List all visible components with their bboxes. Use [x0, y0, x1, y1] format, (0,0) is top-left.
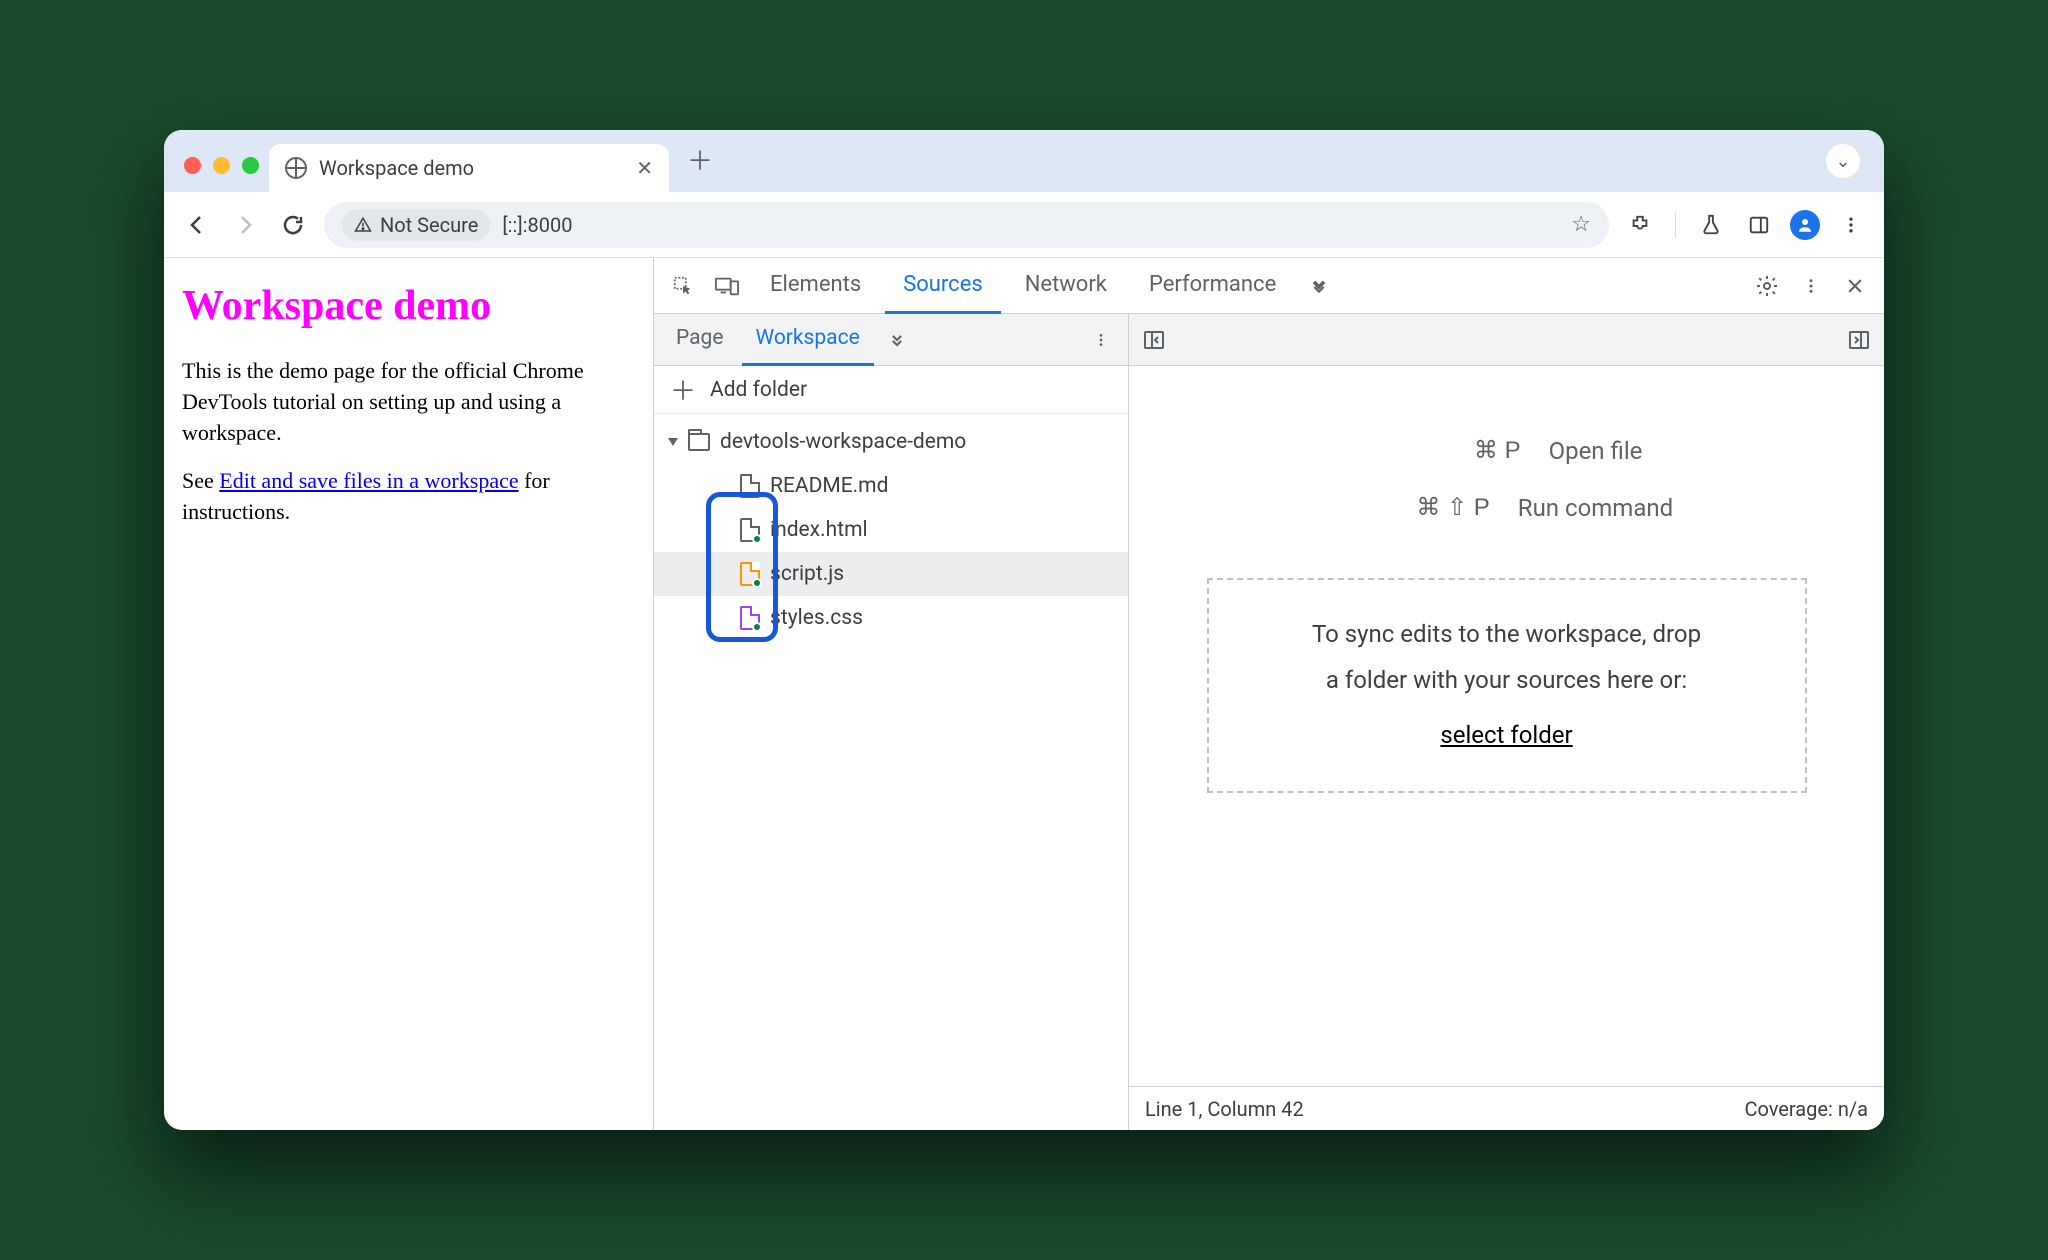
show-debugger-button[interactable] [1846, 327, 1872, 353]
navigator-menu-button[interactable] [1082, 321, 1120, 359]
tree-file-readme[interactable]: README.md [654, 464, 1128, 508]
workspace-dropzone[interactable]: To sync edits to the workspace, drop a f… [1207, 578, 1807, 793]
tab-performance[interactable]: Performance [1131, 258, 1294, 314]
editor-toolbar [1129, 314, 1884, 366]
profile-button[interactable] [1790, 210, 1820, 240]
tutorial-link[interactable]: Edit and save files in a workspace [219, 468, 518, 493]
caret-down-icon [668, 438, 678, 446]
devtools-tabbar: Elements Sources Network Performance [654, 258, 1884, 314]
tree-folder[interactable]: devtools-workspace-demo [654, 420, 1128, 464]
content-area: Workspace demo This is the demo page for… [164, 258, 1884, 1130]
file-icon [740, 562, 760, 586]
new-tab-button[interactable]: ＋ [669, 141, 731, 192]
devtools-menu-button[interactable] [1792, 267, 1830, 305]
url-text: [::]:8000 [502, 213, 1559, 237]
show-navigator-button[interactable] [1141, 327, 1167, 353]
maximize-window-button[interactable] [242, 157, 259, 174]
browser-window: Workspace demo ✕ ＋ ⌄ Not Secure [::]:800… [164, 130, 1884, 1130]
tab-search-button[interactable]: ⌄ [1826, 144, 1860, 178]
page-see-paragraph: See Edit and save files in a workspace f… [182, 466, 635, 528]
editor-statusbar: Line 1, Column 42 Coverage: n/a [1129, 1086, 1884, 1130]
browser-toolbar: Not Secure [::]:8000 ☆ [164, 192, 1884, 258]
subtab-page[interactable]: Page [662, 314, 738, 366]
tab-elements[interactable]: Elements [752, 258, 879, 314]
forward-button[interactable] [228, 208, 262, 242]
page-heading: Workspace demo [182, 282, 635, 330]
tree-file-index[interactable]: index.html [654, 508, 1128, 552]
cursor-position: Line 1, Column 42 [1145, 1097, 1304, 1121]
extensions-button[interactable] [1623, 208, 1657, 242]
rendered-page: Workspace demo This is the demo page for… [164, 258, 654, 1130]
subtab-workspace[interactable]: Workspace [742, 314, 874, 366]
tree-file-script[interactable]: script.js [654, 552, 1128, 596]
minimize-window-button[interactable] [213, 157, 230, 174]
devtools-body: Page Workspace ＋ Add folder [654, 314, 1884, 1130]
folder-icon [688, 433, 710, 451]
window-controls [178, 157, 269, 192]
page-paragraph: This is the demo page for the official C… [182, 356, 635, 448]
bookmark-button[interactable]: ☆ [1571, 212, 1591, 237]
coverage-status: Coverage: n/a [1744, 1097, 1868, 1121]
file-icon [740, 518, 760, 542]
address-bar[interactable]: Not Secure [::]:8000 ☆ [324, 202, 1609, 248]
back-button[interactable] [180, 208, 214, 242]
devtools-panel: Elements Sources Network Performance [654, 258, 1884, 1130]
navigator-tabbar: Page Workspace [654, 314, 1128, 366]
browser-menu-button[interactable] [1834, 208, 1868, 242]
more-subtabs-button[interactable] [878, 321, 916, 359]
shortcut-run-command: ⌘ ⇧ P Run command [1340, 493, 1673, 522]
file-tree: devtools-workspace-demo README.md index. [654, 414, 1128, 646]
browser-tab[interactable]: Workspace demo ✕ [269, 144, 669, 192]
tree-file-styles[interactable]: styles.css [654, 596, 1128, 640]
security-badge[interactable]: Not Secure [342, 209, 490, 241]
more-tabs-button[interactable] [1300, 267, 1338, 305]
separator [1675, 212, 1676, 238]
add-folder-button[interactable]: ＋ Add folder [654, 366, 1128, 414]
warning-icon [354, 216, 372, 234]
security-label: Not Secure [380, 213, 478, 237]
shortcut-open-file: ⌘ P Open file [1371, 436, 1643, 465]
side-panel-button[interactable] [1742, 208, 1776, 242]
close-window-button[interactable] [184, 157, 201, 174]
file-icon [740, 474, 760, 498]
device-toggle-button[interactable] [708, 267, 746, 305]
select-folder-link[interactable]: select folder [1440, 721, 1572, 749]
inspect-button[interactable] [664, 267, 702, 305]
reload-button[interactable] [276, 208, 310, 242]
person-icon [1796, 216, 1814, 234]
plus-icon: ＋ [670, 371, 696, 408]
tab-strip: Workspace demo ✕ ＋ ⌄ [164, 130, 1884, 192]
tab-network[interactable]: Network [1007, 258, 1125, 314]
close-devtools-button[interactable] [1836, 267, 1874, 305]
sources-navigator: Page Workspace ＋ Add folder [654, 314, 1129, 1130]
editor-placeholder: ⌘ P Open file ⌘ ⇧ P Run command To sync … [1129, 366, 1884, 1086]
sources-editor-pane: ⌘ P Open file ⌘ ⇧ P Run command To sync … [1129, 314, 1884, 1130]
tab-title: Workspace demo [319, 156, 624, 180]
settings-button[interactable] [1748, 267, 1786, 305]
tab-sources[interactable]: Sources [885, 258, 1001, 314]
labs-button[interactable] [1694, 208, 1728, 242]
globe-icon [285, 157, 307, 179]
file-icon [740, 606, 760, 630]
close-tab-button[interactable]: ✕ [636, 156, 653, 180]
